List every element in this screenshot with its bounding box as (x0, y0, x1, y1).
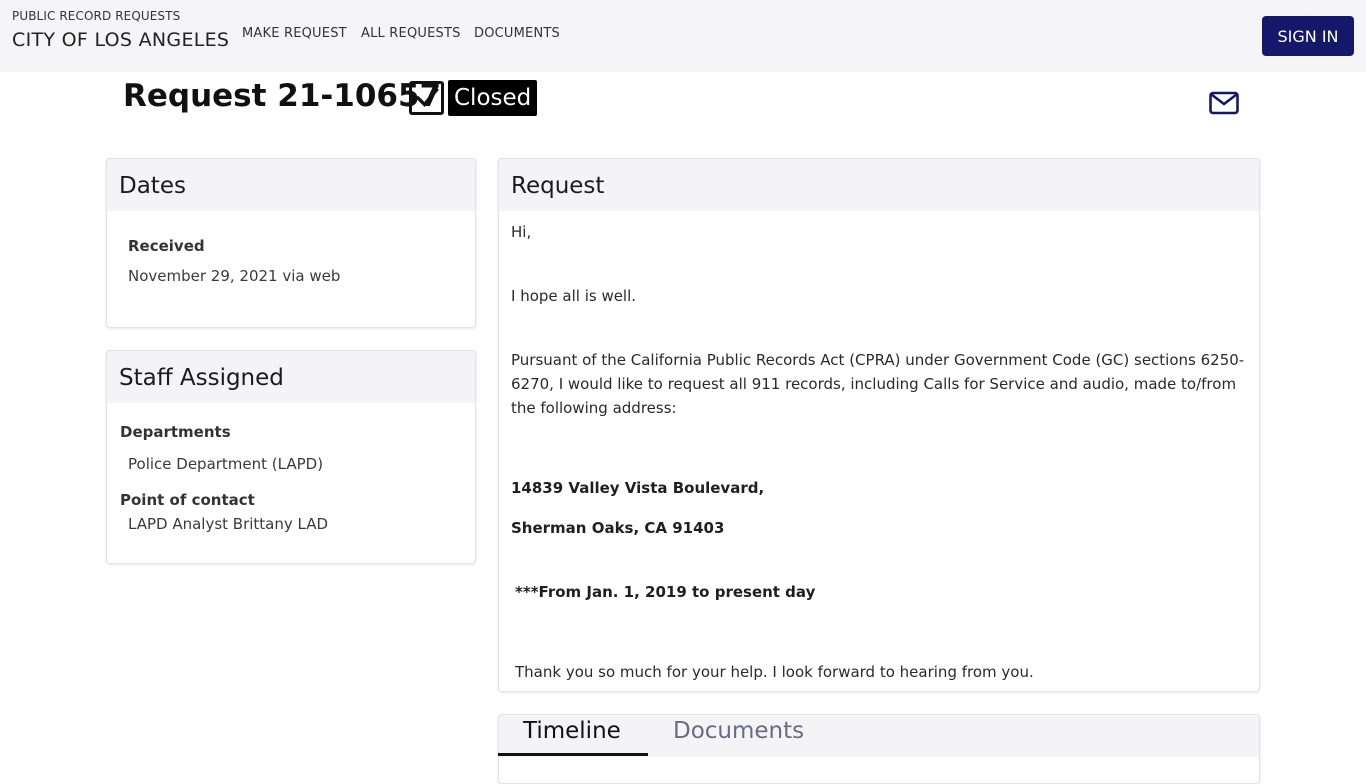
sign-in-button[interactable]: SIGN IN (1262, 16, 1354, 56)
tab-timeline[interactable]: Timeline (523, 718, 621, 744)
dates-card: Dates Received November 29, 2021 via web (106, 158, 476, 328)
staff-card: Staff Assigned Departments Police Depart… (106, 350, 476, 564)
departments-value: Police Department (LAPD) (128, 455, 324, 473)
request-paragraph-line-2: 6270, I would like to request all 911 re… (511, 375, 1237, 393)
request-closing: Thank you so much for your help. I look … (515, 663, 1034, 681)
point-of-contact-label: Point of contact (120, 491, 255, 509)
request-greeting: Hi, (511, 223, 532, 241)
received-label: Received (128, 237, 205, 255)
checkbox-checked-icon (409, 81, 444, 115)
request-paragraph-line-1: Pursuant of the California Public Record… (511, 351, 1245, 369)
request-address-line-1: 14839 Valley Vista Boulevard, (511, 479, 765, 497)
staff-heading: Staff Assigned (107, 351, 475, 403)
dates-heading: Dates (107, 159, 475, 211)
tab-documents[interactable]: Documents (673, 718, 804, 744)
request-address-line-2: Sherman Oaks, CA 91403 (511, 519, 725, 537)
envelope-icon[interactable] (1209, 91, 1239, 115)
request-date-range: ***From Jan. 1, 2019 to present day (515, 583, 816, 601)
request-heading: Request (499, 159, 1259, 211)
departments-label: Departments (120, 423, 231, 441)
point-of-contact-value: LAPD Analyst Brittany LAD (128, 515, 329, 533)
active-tab-indicator (498, 753, 648, 756)
request-card: Request Hi, I hope all is well. Pursuant… (498, 158, 1260, 692)
nav-all-requests[interactable]: ALL REQUESTS (361, 26, 461, 41)
nav-documents[interactable]: DOCUMENTS (474, 26, 560, 41)
site-subtitle: PUBLIC RECORD REQUESTS (12, 9, 181, 23)
request-paragraph-line-3: the following address: (511, 399, 677, 417)
top-navigation-bar: PUBLIC RECORD REQUESTS CITY OF LOS ANGEL… (0, 0, 1366, 72)
request-line-hope: I hope all is well. (511, 287, 637, 305)
site-title[interactable]: CITY OF LOS ANGELES (12, 29, 229, 51)
nav-make-request[interactable]: MAKE REQUEST (242, 26, 347, 41)
received-value: November 29, 2021 via web (128, 267, 341, 285)
status-badge: Closed (448, 80, 538, 116)
page-title: Request 21-10657 (123, 78, 442, 114)
